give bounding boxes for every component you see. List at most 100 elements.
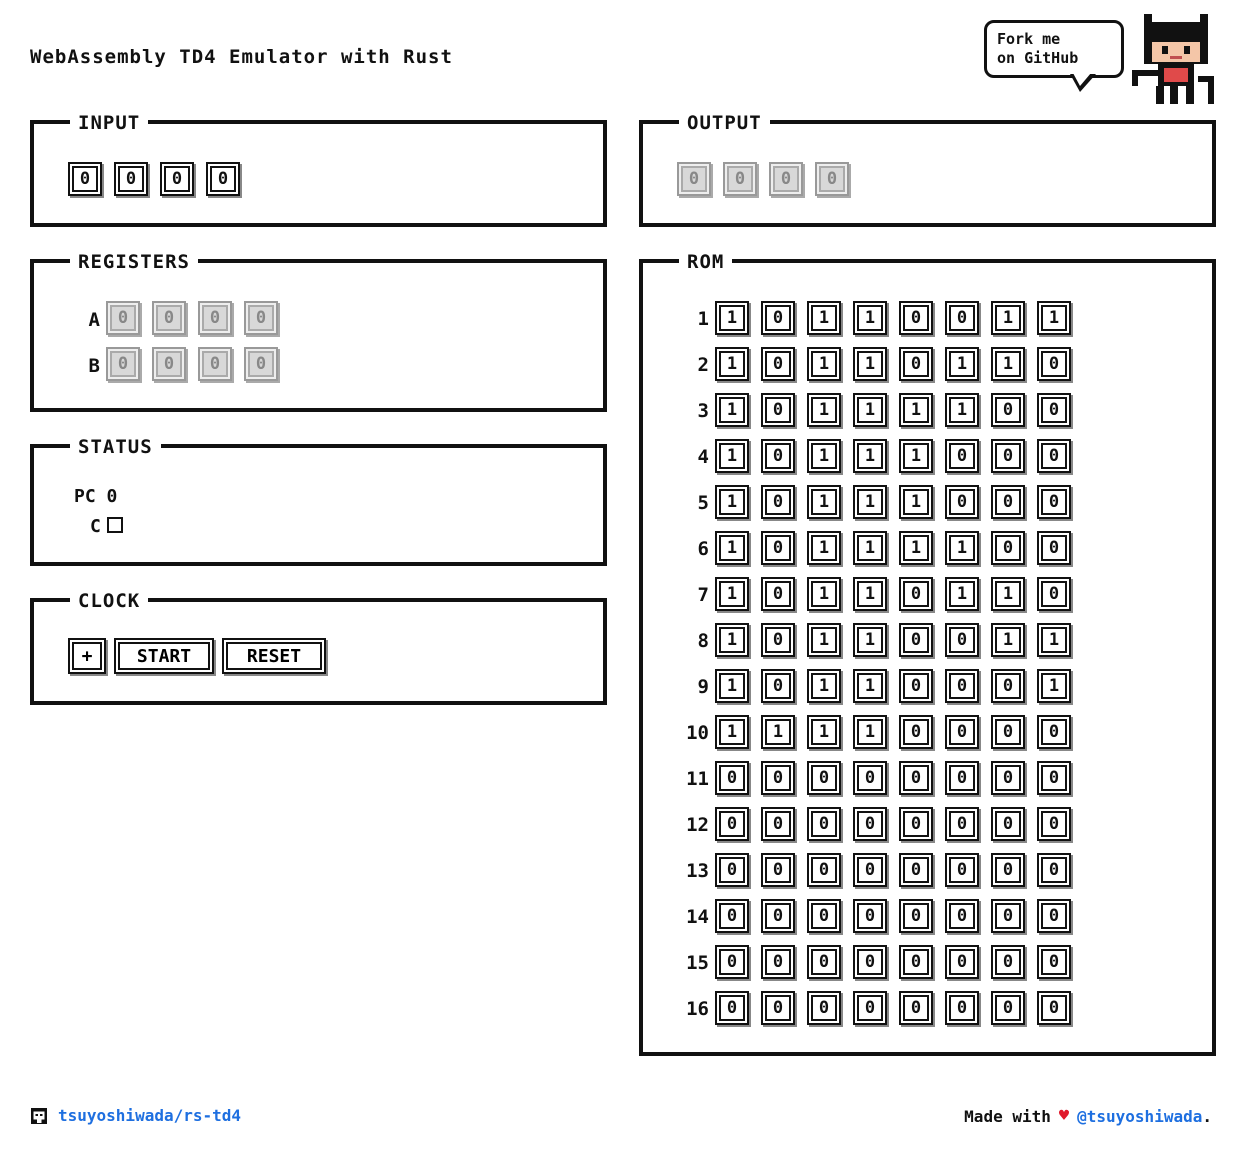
rom-bit[interactable]: 0 — [715, 991, 749, 1025]
rom-bit[interactable]: 0 — [853, 761, 887, 795]
rom-bit[interactable]: 1 — [715, 347, 749, 381]
rom-bit[interactable]: 1 — [991, 301, 1025, 335]
author-link[interactable]: @tsuyoshiwada — [1077, 1107, 1202, 1126]
rom-bit[interactable]: 0 — [899, 991, 933, 1025]
rom-bit[interactable]: 0 — [853, 853, 887, 887]
input-bit-0[interactable]: 0 — [206, 162, 240, 196]
rom-bit[interactable]: 1 — [853, 531, 887, 565]
rom-bit[interactable]: 0 — [991, 853, 1025, 887]
rom-bit[interactable]: 0 — [761, 853, 795, 887]
rom-bit[interactable]: 1 — [899, 393, 933, 427]
rom-bit[interactable]: 1 — [807, 347, 841, 381]
rom-bit[interactable]: 0 — [853, 945, 887, 979]
rom-bit[interactable]: 0 — [899, 577, 933, 611]
rom-bit[interactable]: 0 — [1037, 991, 1071, 1025]
rom-bit[interactable]: 0 — [715, 899, 749, 933]
rom-bit[interactable]: 0 — [715, 853, 749, 887]
rom-bit[interactable]: 0 — [945, 439, 979, 473]
rom-bit[interactable]: 1 — [899, 439, 933, 473]
rom-bit[interactable]: 0 — [761, 347, 795, 381]
rom-bit[interactable]: 0 — [761, 991, 795, 1025]
rom-bit[interactable]: 0 — [1037, 853, 1071, 887]
rom-bit[interactable]: 0 — [1037, 715, 1071, 749]
rom-bit[interactable]: 0 — [761, 439, 795, 473]
rom-bit[interactable]: 0 — [761, 393, 795, 427]
rom-bit[interactable]: 0 — [1037, 761, 1071, 795]
rom-bit[interactable]: 0 — [899, 761, 933, 795]
rom-bit[interactable]: 1 — [715, 393, 749, 427]
rom-bit[interactable]: 1 — [899, 485, 933, 519]
rom-bit[interactable]: 0 — [945, 899, 979, 933]
rom-bit[interactable]: 0 — [899, 347, 933, 381]
rom-bit[interactable]: 0 — [991, 531, 1025, 565]
rom-bit[interactable]: 0 — [945, 945, 979, 979]
start-button[interactable]: START — [114, 638, 214, 674]
rom-bit[interactable]: 0 — [945, 715, 979, 749]
rom-bit[interactable]: 1 — [715, 301, 749, 335]
rom-bit[interactable]: 0 — [899, 899, 933, 933]
input-bit-3[interactable]: 0 — [68, 162, 102, 196]
rom-bit[interactable]: 0 — [899, 807, 933, 841]
rom-bit[interactable]: 0 — [991, 945, 1025, 979]
rom-bit[interactable]: 0 — [1037, 807, 1071, 841]
rom-bit[interactable]: 1 — [807, 531, 841, 565]
rom-bit[interactable]: 0 — [715, 761, 749, 795]
rom-bit[interactable]: 1 — [853, 623, 887, 657]
rom-bit[interactable]: 0 — [899, 301, 933, 335]
rom-bit[interactable]: 0 — [761, 669, 795, 703]
rom-bit[interactable]: 0 — [991, 761, 1025, 795]
rom-bit[interactable]: 1 — [807, 439, 841, 473]
rom-bit[interactable]: 1 — [807, 623, 841, 657]
rom-bit[interactable]: 0 — [761, 945, 795, 979]
rom-bit[interactable]: 1 — [807, 301, 841, 335]
rom-bit[interactable]: 0 — [945, 485, 979, 519]
rom-bit[interactable]: 0 — [1037, 899, 1071, 933]
rom-bit[interactable]: 1 — [1037, 623, 1071, 657]
repo-link[interactable]: tsuyoshiwada/rs-td4 — [58, 1106, 241, 1125]
rom-bit[interactable]: 0 — [991, 439, 1025, 473]
rom-bit[interactable]: 0 — [853, 899, 887, 933]
rom-bit[interactable]: 0 — [991, 715, 1025, 749]
rom-bit[interactable]: 0 — [761, 899, 795, 933]
rom-bit[interactable]: 1 — [807, 485, 841, 519]
rom-bit[interactable]: 0 — [945, 991, 979, 1025]
rom-bit[interactable]: 1 — [715, 439, 749, 473]
rom-bit[interactable]: 0 — [991, 393, 1025, 427]
rom-bit[interactable]: 0 — [807, 761, 841, 795]
rom-bit[interactable]: 0 — [991, 807, 1025, 841]
rom-bit[interactable]: 0 — [853, 807, 887, 841]
rom-bit[interactable]: 1 — [807, 715, 841, 749]
rom-bit[interactable]: 1 — [715, 531, 749, 565]
rom-bit[interactable]: 0 — [807, 853, 841, 887]
rom-bit[interactable]: 1 — [945, 577, 979, 611]
rom-bit[interactable]: 0 — [1037, 577, 1071, 611]
rom-bit[interactable]: 0 — [853, 991, 887, 1025]
input-bit-1[interactable]: 0 — [160, 162, 194, 196]
rom-bit[interactable]: 0 — [899, 623, 933, 657]
rom-bit[interactable]: 0 — [991, 899, 1025, 933]
rom-bit[interactable]: 0 — [945, 761, 979, 795]
rom-bit[interactable]: 0 — [991, 991, 1025, 1025]
rom-bit[interactable]: 0 — [899, 853, 933, 887]
rom-bit[interactable]: 0 — [807, 991, 841, 1025]
rom-bit[interactable]: 1 — [945, 393, 979, 427]
rom-bit[interactable]: 0 — [761, 761, 795, 795]
rom-bit[interactable]: 0 — [1037, 393, 1071, 427]
rom-bit[interactable]: 1 — [715, 577, 749, 611]
rom-bit[interactable]: 0 — [761, 301, 795, 335]
rom-bit[interactable]: 0 — [945, 623, 979, 657]
rom-bit[interactable]: 1 — [853, 715, 887, 749]
rom-bit[interactable]: 1 — [991, 623, 1025, 657]
rom-bit[interactable]: 0 — [991, 669, 1025, 703]
input-bit-2[interactable]: 0 — [114, 162, 148, 196]
rom-bit[interactable]: 0 — [945, 807, 979, 841]
rom-bit[interactable]: 1 — [853, 439, 887, 473]
rom-bit[interactable]: 1 — [853, 301, 887, 335]
rom-bit[interactable]: 0 — [761, 531, 795, 565]
octocat-icon[interactable] — [1130, 12, 1220, 106]
rom-bit[interactable]: 0 — [945, 301, 979, 335]
rom-bit[interactable]: 1 — [991, 347, 1025, 381]
rom-bit[interactable]: 1 — [945, 347, 979, 381]
rom-bit[interactable]: 1 — [899, 531, 933, 565]
rom-bit[interactable]: 1 — [853, 669, 887, 703]
